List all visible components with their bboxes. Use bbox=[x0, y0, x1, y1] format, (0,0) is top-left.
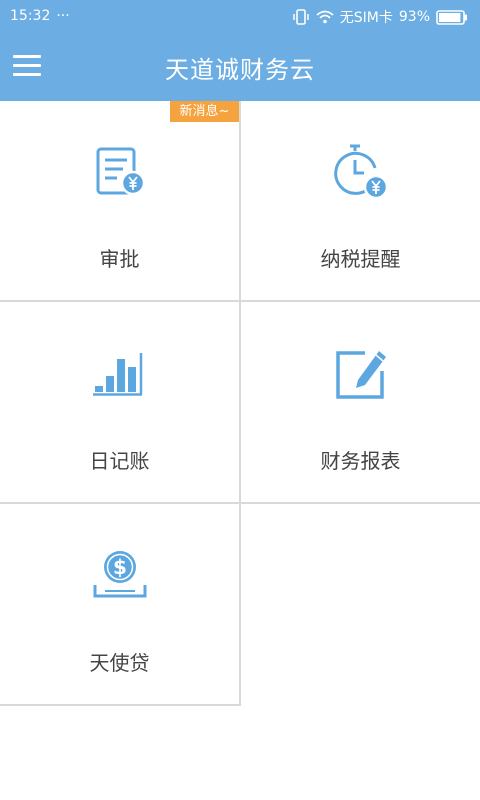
edit-pencil-icon bbox=[328, 343, 394, 409]
top-bar: 15:32 ··· 无SIM卡 93% 天道诚财务云 bbox=[0, 0, 480, 101]
svg-text:$: $ bbox=[113, 555, 127, 579]
tile-label-tax-reminder: 纳税提醒 bbox=[320, 247, 401, 271]
tile-label-angel-loan: 天使贷 bbox=[89, 651, 150, 675]
status-time: 15:32 bbox=[10, 8, 51, 24]
status-bar: 15:32 ··· 无SIM卡 93% bbox=[0, 0, 480, 33]
status-right: 无SIM卡 93% bbox=[292, 7, 468, 27]
tile-journal[interactable]: 日记账 bbox=[0, 303, 239, 502]
app-root: 15:32 ··· 无SIM卡 93% 天道诚财务云 新消息~ 审批 纳税提醒 … bbox=[0, 0, 480, 800]
battery-icon bbox=[436, 9, 468, 25]
page-title: 天道诚财务云 bbox=[165, 56, 315, 84]
tile-tax-reminder[interactable]: 纳税提醒 bbox=[241, 101, 480, 300]
divider-vertical bbox=[239, 101, 241, 706]
status-left: 15:32 ··· bbox=[10, 8, 70, 24]
new-message-badge: 新消息~ bbox=[170, 101, 239, 122]
divider-row-2 bbox=[0, 502, 480, 504]
wifi-icon bbox=[316, 10, 334, 24]
dollar-coin-icon: $ bbox=[87, 545, 153, 611]
tile-angel-loan[interactable]: $ 天使贷 bbox=[0, 505, 239, 704]
status-dots: ··· bbox=[56, 8, 70, 24]
tile-label-financial-report: 财务报表 bbox=[320, 449, 401, 473]
tile-label-journal: 日记账 bbox=[89, 449, 150, 473]
battery-percent: 93% bbox=[398, 9, 430, 25]
divider-row-1 bbox=[0, 300, 480, 302]
carrier-label: 无SIM卡 bbox=[339, 10, 393, 26]
document-yen-icon bbox=[87, 141, 153, 207]
tile-label-approval: 审批 bbox=[99, 247, 140, 271]
tile-financial-report[interactable]: 财务报表 bbox=[241, 303, 480, 502]
vibrate-icon bbox=[292, 9, 310, 25]
bar-chart-icon bbox=[87, 343, 153, 409]
clock-yen-icon bbox=[328, 141, 394, 207]
tile-approval[interactable]: 新消息~ 审批 bbox=[0, 101, 239, 300]
divider-row-3 bbox=[0, 704, 241, 706]
